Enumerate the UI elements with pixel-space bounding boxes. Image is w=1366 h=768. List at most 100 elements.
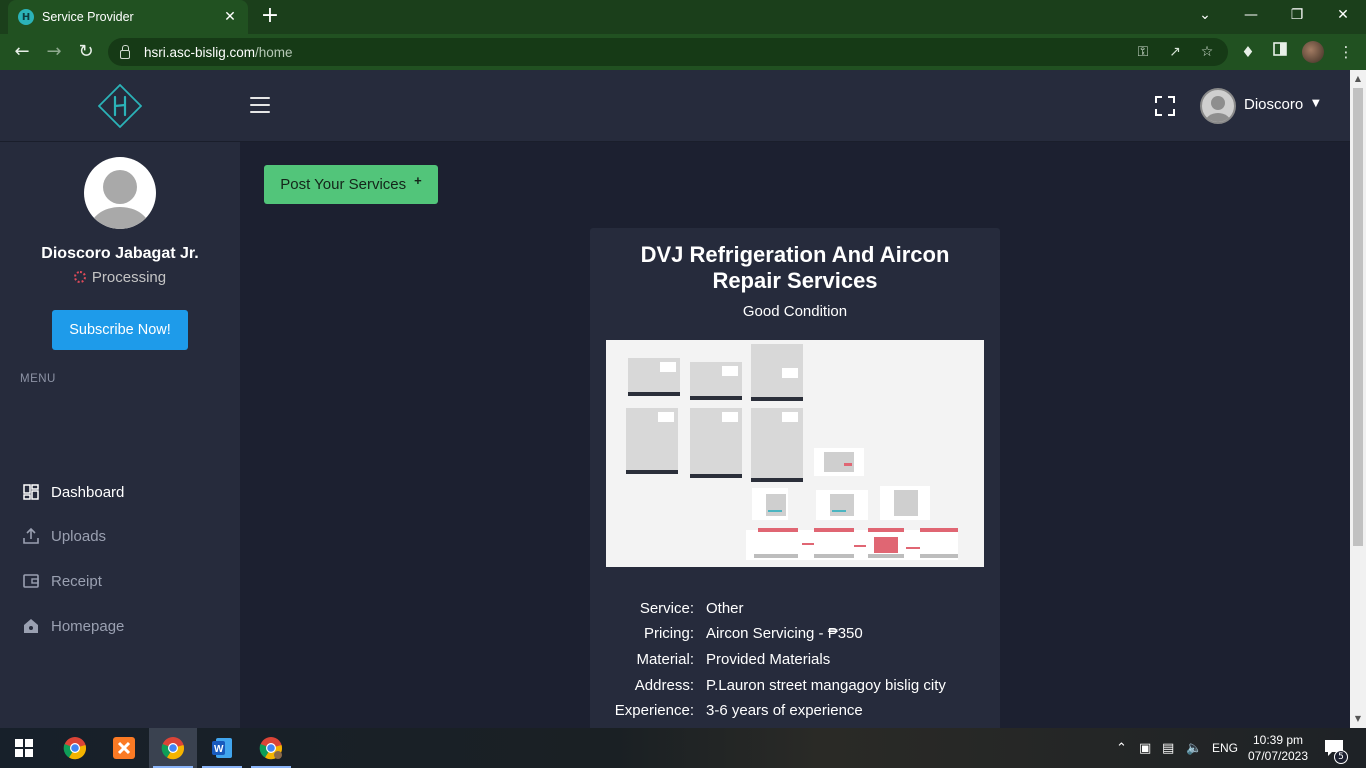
service-title: DVJ Refrigeration And Aircon Repair Serv… [590,242,1000,294]
subscribe-button[interactable]: Subscribe Now! [52,310,188,350]
detail-label: Address: [634,677,694,694]
show-hidden-icons-icon[interactable]: ⌃ [1116,728,1127,768]
sidebar-item-label: Dashboard [51,483,125,501]
detail-value: Provided Materials [706,651,831,668]
fullscreen-icon[interactable] [1155,96,1175,116]
site-logo-icon[interactable] [98,84,142,128]
sidebar-item-dashboard[interactable]: Dashboard [20,477,124,507]
detail-label: Material: [636,651,694,668]
browser-toolbar: ← → ↻ hsri.asc-bislig.com/home ⚿ ↗ ☆ ♦ ⋮ [0,34,1366,70]
window-close-button[interactable]: ✕ [1320,4,1366,30]
app-header: Dioscoro ▼ [0,70,1350,142]
sidebar-item-receipt[interactable]: Receipt [20,566,102,596]
profile-name: Dioscoro Jabagat Jr. [41,245,199,262]
address-bar[interactable]: hsri.asc-bislig.com/home ⚿ ↗ ☆ [108,38,1228,66]
detail-value: P.Lauron street mangagoy bislig city [706,677,946,694]
browser-profile-avatar[interactable] [1302,41,1324,63]
service-title-line: DVJ Refrigeration And Aircon [640,242,950,267]
detail-value: 3-6 years of experience [706,702,863,719]
tab-close-icon[interactable]: ✕ [222,9,238,25]
detail-value: Aircon Servicing - ₱350 [706,625,863,642]
language-indicator[interactable]: ENG [1212,728,1238,768]
share-icon[interactable]: ↗ [1166,44,1184,60]
tab-search-icon[interactable]: ⌄ [1182,4,1228,30]
lock-icon[interactable] [120,44,130,59]
sidebar-item-label: Receipt [51,572,102,590]
back-arrow-icon[interactable]: ← [10,40,34,64]
post-services-label: Post Your Services [280,176,407,193]
chevron-down-icon[interactable]: ▼ [1312,98,1320,109]
chrome-active-taskbar-icon[interactable] [149,728,197,768]
user-name[interactable]: Dioscoro [1244,96,1303,113]
sidebar-item-label: Uploads [51,527,107,545]
windows-start-icon[interactable] [0,728,48,768]
window-minimize-button[interactable]: — [1228,4,1274,30]
menu-heading: MENU [20,373,56,385]
detail-value: Other [706,600,744,617]
forward-arrow-icon[interactable]: → [42,40,66,64]
volume-icon[interactable]: 🔈 [1186,728,1202,768]
upload-icon [20,527,42,545]
taskbar-clock[interactable]: 10:39 pm 07/07/2023 [1240,732,1316,764]
detail-row-experience: Experience: 3-6 years of experience [590,702,1000,726]
notification-count-badge: 5 [1334,750,1348,764]
status-badge: Processing [0,269,240,286]
bookmark-star-icon[interactable]: ☆ [1198,44,1216,60]
network-icon[interactable]: ▤ [1162,728,1174,768]
detail-row-material: Material: Provided Materials [590,651,1000,675]
detail-row-service: Service: Other [590,600,1000,624]
svg-text:W: W [214,744,224,755]
status-text: Processing [91,269,167,286]
service-card: DVJ Refrigeration And Aircon Repair Serv… [590,228,1000,728]
password-key-icon[interactable]: ⚿ [1134,44,1152,60]
scroll-up-arrow-icon[interactable]: ▲ [1350,72,1366,86]
loading-spinner-icon [73,271,86,283]
sidebar-item-label: Homepage [51,617,125,635]
notifications-icon[interactable]: 5 [1324,728,1348,768]
extensions-puzzle-icon[interactable]: ♦ [1238,43,1258,61]
sidebar-item-homepage[interactable]: Homepage [20,611,124,641]
home-icon [20,617,42,635]
reload-icon[interactable]: ↻ [74,40,98,64]
dashboard-icon [20,483,42,501]
word-taskbar-icon[interactable]: W [198,728,246,768]
wireframe-screenshots-image [626,344,958,560]
sidebar: Dioscoro Jabagat Jr. Processing Subscrib… [0,142,240,728]
window-restore-button[interactable]: ❐ [1274,4,1320,30]
post-services-button[interactable]: Post Your Services + [264,165,438,204]
detail-row-pricing: Pricing: Aircon Servicing - ₱350 [590,625,1000,649]
hamburger-menu-icon[interactable] [250,97,270,115]
windows-taskbar: W ⌃ ▣ ▤ 🔈 ENG 10:39 pm 07/07/2023 5 [0,728,1366,768]
detail-label: Pricing: [643,625,694,642]
browser-tab-strip: H Service Provider ✕ + ⌄ — ❐ ✕ [0,0,1366,34]
url-host: hsri.asc-bislig.com [144,44,256,60]
meet-now-icon[interactable]: ▣ [1139,728,1151,768]
web-page: Dioscoro ▼ Dioscoro Jabagat Jr. Processi… [0,70,1350,728]
url-path: /home [255,44,293,60]
plus-icon: + [414,173,422,188]
scroll-down-arrow-icon[interactable]: ▼ [1350,712,1366,726]
detail-row-address: Address: P.Lauron street mangagoy bislig… [590,677,1000,701]
chrome-profile-taskbar-icon[interactable] [247,728,295,768]
new-tab-button[interactable]: + [258,5,282,29]
side-panel-icon[interactable] [1270,42,1290,60]
browser-tab[interactable]: H Service Provider ✕ [8,0,248,34]
service-condition: Good Condition [742,303,848,320]
chrome-taskbar-icon[interactable] [51,728,99,768]
clock-time: 10:39 pm [1252,733,1304,747]
tab-title: Service Provider [42,10,134,24]
xampp-taskbar-icon[interactable] [100,728,148,768]
browser-menu-icon[interactable]: ⋮ [1336,43,1356,61]
clock-date: 07/07/2023 [1247,749,1309,763]
scrollbar-thumb[interactable] [1353,88,1363,546]
receipt-icon [20,572,42,590]
detail-label: Service: [639,600,694,617]
profile-avatar [84,157,156,229]
user-avatar[interactable] [1200,88,1236,124]
page-scrollbar[interactable]: ▲ ▼ [1350,70,1366,728]
detail-label: Experience: [614,702,694,719]
service-title-line: Repair Services [712,268,878,293]
service-preview-image[interactable] [606,340,984,567]
sidebar-item-uploads[interactable]: Uploads [20,521,106,551]
site-favicon-icon: H [18,9,34,25]
